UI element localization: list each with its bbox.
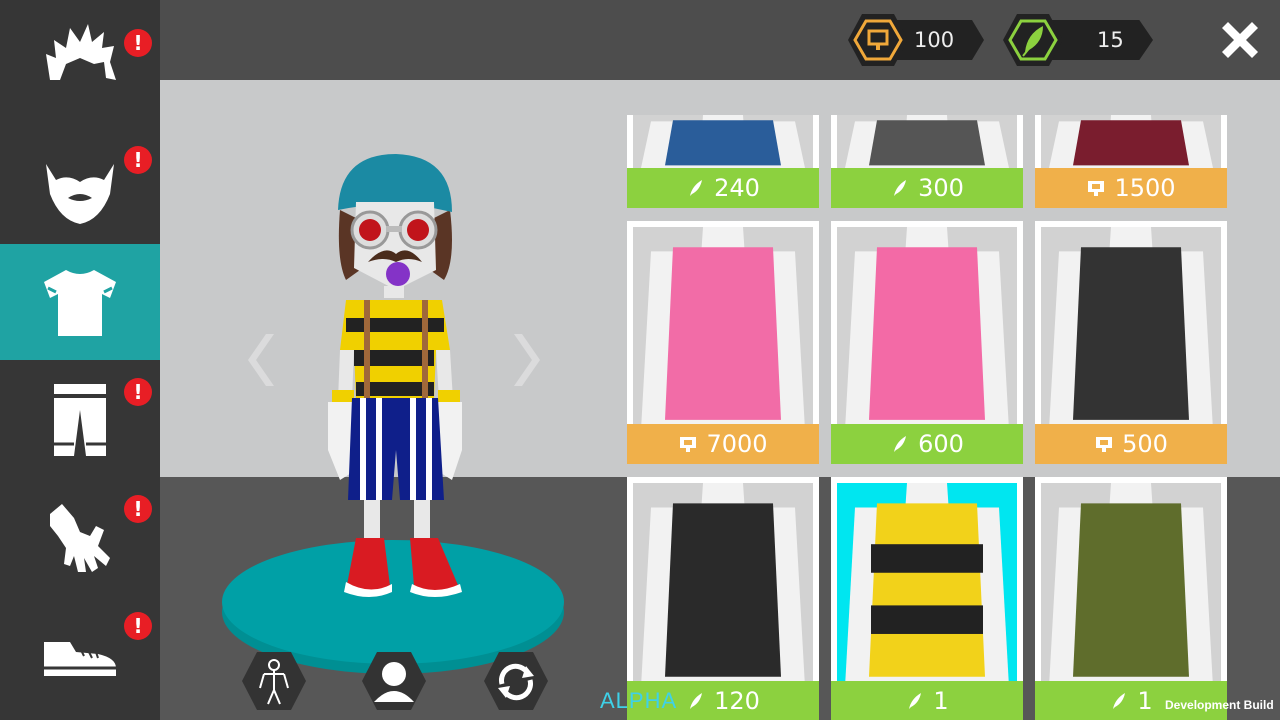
feather-icon	[890, 178, 910, 198]
item-price-value: 1	[933, 687, 949, 715]
item-price-tag: 1	[831, 681, 1023, 720]
shop-item-preview	[831, 115, 1023, 168]
hair-icon	[46, 24, 116, 80]
coin-counter: 100	[846, 12, 986, 68]
head-view-button[interactable]	[360, 650, 428, 712]
character-avatar[interactable]	[310, 150, 480, 610]
category-top-button[interactable]	[0, 244, 160, 360]
close-icon[interactable]	[1216, 16, 1264, 64]
coin-icon	[678, 434, 698, 454]
feather-icon	[1003, 14, 1063, 66]
shoes-alert-badge: !	[124, 612, 152, 640]
coin-icon	[848, 14, 908, 66]
shoe-icon	[44, 642, 116, 676]
item-price-value: 600	[918, 430, 964, 458]
next-arrow-icon[interactable]	[510, 330, 550, 390]
beard-alert-badge: !	[124, 146, 152, 174]
item-price-tag: 7000	[627, 424, 819, 464]
shop-item-preview	[627, 115, 819, 168]
alpha-watermark: ALPHA	[600, 688, 678, 713]
previous-arrow-icon[interactable]	[238, 330, 278, 390]
feather-counter: 15	[1001, 12, 1153, 68]
feather-icon	[686, 178, 706, 198]
hair-alert-badge: !	[124, 29, 152, 57]
item-price-value: 240	[714, 174, 760, 202]
item-price-tag: 300	[831, 168, 1023, 208]
pants-alert-badge: !	[124, 378, 152, 406]
pants-icon	[54, 384, 106, 456]
coin-icon	[1094, 434, 1114, 454]
category-sidebar: ! ! ! ! !	[0, 0, 160, 720]
shop-item-preview	[627, 221, 819, 424]
shop-item-card[interactable]: 1500	[1035, 115, 1227, 208]
item-price-value: 120	[714, 687, 760, 715]
shop-item-card[interactable]: 600	[831, 221, 1023, 464]
feather-icon	[1109, 691, 1129, 711]
shop-item-card[interactable]: 120	[627, 477, 819, 720]
item-price-tag: 600	[831, 424, 1023, 464]
item-price-value: 500	[1122, 430, 1168, 458]
gloves-alert-badge: !	[124, 495, 152, 523]
feather-icon	[890, 434, 910, 454]
coin-icon	[1086, 178, 1106, 198]
shop-item-card[interactable]: 300	[831, 115, 1023, 208]
shop-item-preview	[1035, 115, 1227, 168]
item-price-tag: 240	[627, 168, 819, 208]
feather-icon	[905, 691, 925, 711]
shop-item-card[interactable]: 240	[627, 115, 819, 208]
shop-item-card[interactable]: 1	[1035, 477, 1227, 720]
beard-icon	[46, 164, 114, 224]
feather-amount: 15	[1097, 28, 1124, 52]
feather-icon	[686, 691, 706, 711]
glove-icon	[50, 504, 110, 572]
item-price-value: 1500	[1114, 174, 1176, 202]
item-price-tag: 500	[1035, 424, 1227, 464]
shop-item-preview	[1035, 477, 1227, 681]
coin-amount: 100	[914, 28, 955, 52]
shop-item-preview	[1035, 221, 1227, 424]
shirt-icon	[44, 270, 116, 336]
shop-item-card[interactable]: 1	[831, 477, 1023, 720]
item-price-value: 1	[1137, 687, 1153, 715]
shop-item-preview	[831, 221, 1023, 424]
randomize-button[interactable]	[482, 650, 550, 712]
shop-item-card[interactable]: 7000	[627, 221, 819, 464]
shop-item-preview	[627, 477, 819, 681]
shop-item-preview	[831, 477, 1023, 681]
item-price-value: 300	[918, 174, 964, 202]
category-hair-button[interactable]	[0, 0, 160, 116]
body-type-button[interactable]	[240, 650, 308, 712]
shop-item-card[interactable]: 500	[1035, 221, 1227, 464]
item-price-tag: 1500	[1035, 168, 1227, 208]
dev-build-label: Development Build	[1165, 698, 1274, 712]
item-price-value: 7000	[706, 430, 768, 458]
